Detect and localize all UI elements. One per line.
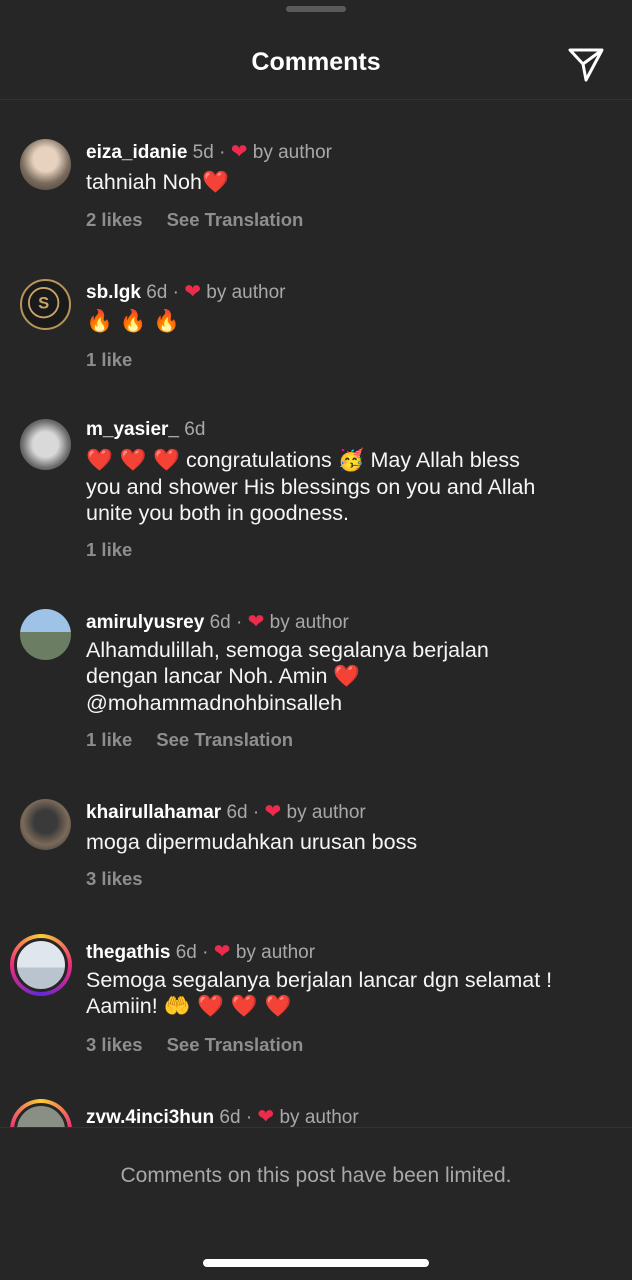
separator-dot: ·	[236, 612, 243, 633]
comment-text: ❤️ ❤️ ❤️ congratulations 🥳 May Allah ble…	[86, 448, 536, 525]
page-title: Comments	[251, 48, 381, 76]
mention-link[interactable]: @mohammadnohbinsalleh	[86, 691, 342, 715]
comment-text: tahniah Noh❤️	[86, 170, 229, 195]
heart-emoji: ❤️	[201, 170, 229, 195]
timestamp: 5d	[192, 142, 214, 163]
comment-text: moga dipermudahkan urusan boss	[86, 830, 418, 854]
timestamp: 6d	[226, 802, 248, 823]
avatar[interactable]	[20, 799, 71, 850]
liked-by-author-label: by author	[235, 942, 316, 963]
heart-icon: ❤	[247, 611, 265, 633]
liked-by-author-label: by author	[286, 802, 366, 823]
heart-emoji: ❤️	[333, 664, 361, 689]
emoji-sequence: 🤲 ❤️ ❤️ ❤️	[163, 994, 292, 1019]
separator-dot: ·	[245, 1107, 253, 1127]
home-indicator[interactable]	[203, 1259, 429, 1267]
likes-count[interactable]: 3 likes	[86, 1034, 143, 1055]
timestamp: 6d	[184, 419, 206, 440]
likes-count[interactable]: 3 likes	[86, 868, 143, 889]
heart-icon: ❤	[213, 941, 231, 963]
avatar[interactable]	[20, 419, 71, 470]
avatar[interactable]	[20, 139, 71, 190]
username[interactable]: m_yasier_	[86, 419, 179, 440]
separator-dot: ·	[252, 802, 260, 823]
likes-count[interactable]: 1 like	[86, 349, 132, 370]
heart-icon: ❤	[230, 141, 248, 163]
liked-by-author-label: by author	[206, 282, 286, 303]
svg-text:S: S	[38, 294, 49, 313]
see-translation-link[interactable]: See Translation	[167, 209, 304, 230]
heart-emoji: ❤️ ❤️ ❤️	[86, 448, 180, 473]
timestamp: 6d	[146, 282, 168, 303]
likes-count[interactable]: 1 like	[86, 539, 132, 560]
comments-limited-notice: Comments on this post have been limited.	[120, 1164, 512, 1187]
username[interactable]: thegathis	[86, 942, 170, 963]
paper-plane-icon[interactable]	[566, 44, 606, 84]
username[interactable]: amirulyusrey	[86, 612, 204, 633]
see-translation-link[interactable]: See Translation	[167, 1034, 304, 1055]
separator-dot: ·	[219, 142, 226, 163]
comments-sheet: Comments eiza_idanie 5d · ❤ by author ta…	[0, 0, 632, 1280]
liked-by-author-label: by author	[269, 612, 349, 633]
separator-dot: ·	[172, 282, 179, 303]
comment-text: Semoga segalanya berjalan lancar dgn sel…	[86, 968, 553, 1019]
avatar-with-story-ring[interactable]	[10, 1099, 72, 1127]
timestamp: 6d	[209, 612, 231, 633]
username[interactable]: eiza_idanie	[86, 142, 187, 163]
timestamp: 6d	[175, 942, 197, 963]
see-translation-link[interactable]: See Translation	[156, 729, 293, 750]
party-face-emoji: 🥳	[337, 448, 365, 473]
username[interactable]: khairullahamar	[86, 802, 221, 823]
avatar[interactable]	[20, 609, 71, 660]
comment-text: Alhamdulillah, semoga segalanya berjalan…	[86, 638, 489, 715]
likes-count[interactable]: 1 like	[86, 729, 132, 750]
liked-by-author-label: by author	[252, 142, 332, 163]
liked-by-author-label: by author	[279, 1107, 359, 1127]
username[interactable]: zvw.4inci3hun	[86, 1107, 214, 1127]
heart-icon: ❤	[257, 1106, 275, 1127]
heart-icon: ❤	[264, 801, 282, 823]
separator-dot: ·	[202, 942, 209, 963]
comments-footer: Comments on this post have been limited.	[0, 1127, 632, 1280]
timestamp: 6d	[219, 1107, 241, 1127]
username[interactable]: sb.lgk	[86, 282, 141, 303]
logo-icon: S	[27, 286, 60, 319]
heart-icon: ❤	[184, 281, 201, 303]
avatar-with-story-ring[interactable]	[10, 934, 72, 996]
comments-list[interactable]: eiza_idanie 5d · ❤ by author tahniah Noh…	[0, 101, 632, 1127]
avatar[interactable]: S	[20, 279, 71, 330]
comment-text: 🔥 🔥 🔥	[86, 309, 180, 334]
comments-header: Comments	[0, 0, 632, 100]
likes-count[interactable]: 2 likes	[86, 209, 143, 230]
